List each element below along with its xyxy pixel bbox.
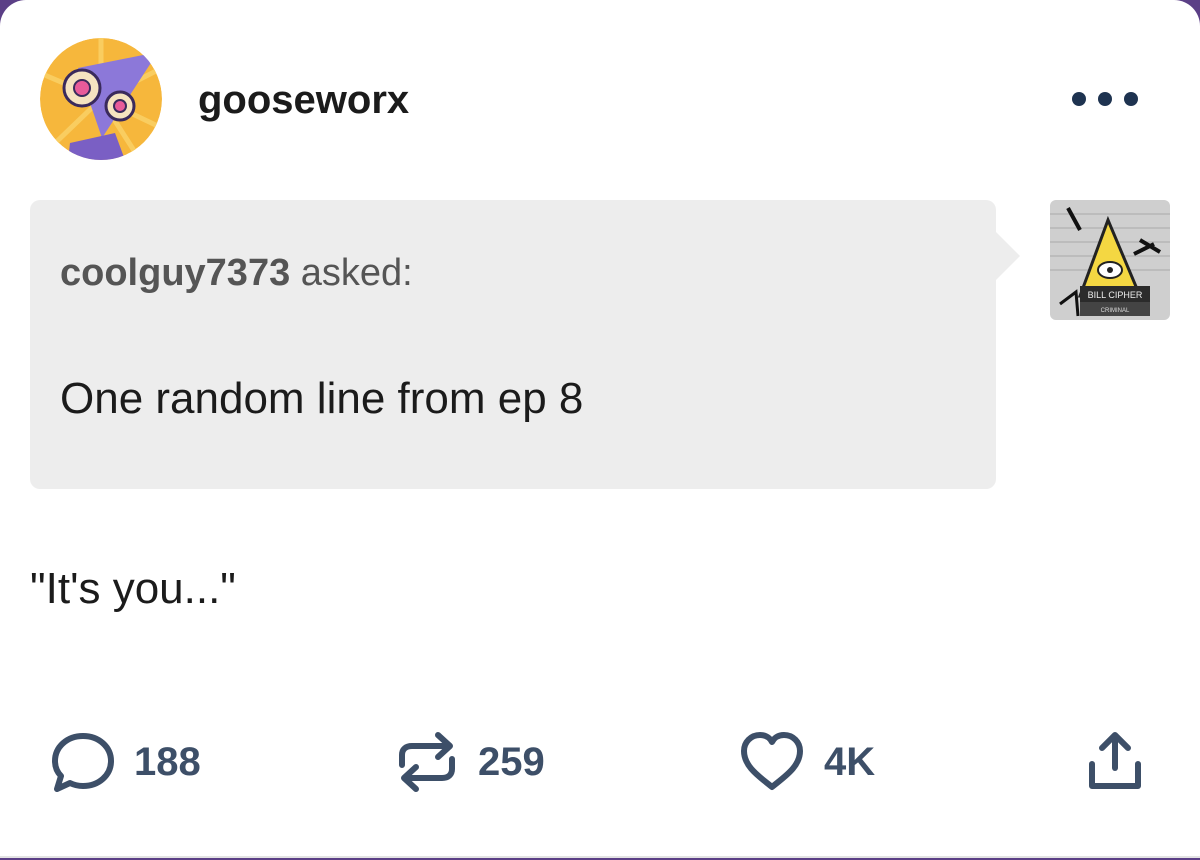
ask-header: coolguy7373 asked: — [60, 252, 413, 295]
bill-cipher-avatar-icon — [40, 38, 162, 160]
comments-button[interactable]: 188 — [50, 732, 201, 792]
blog-username[interactable]: gooseworx — [198, 78, 409, 123]
comments-count: 188 — [134, 739, 201, 784]
more-dot — [1124, 92, 1138, 106]
like-button[interactable]: 4K — [738, 732, 875, 792]
ask-bubble-tail — [996, 232, 1020, 280]
asked-label: asked: — [300, 252, 413, 294]
ask-bubble — [30, 200, 996, 489]
answer-text: "It's you..." — [30, 564, 236, 613]
asker-name[interactable]: coolguy7373 — [60, 252, 290, 294]
more-dot — [1072, 92, 1086, 106]
reblog-button[interactable]: 259 — [394, 732, 545, 792]
blog-avatar[interactable] — [40, 38, 162, 160]
comment-icon — [52, 733, 114, 792]
reblog-icon — [399, 732, 455, 792]
bill-cipher-mugshot-icon: BILL CIPHER CRIMINAL — [1050, 200, 1170, 320]
asker-avatar[interactable]: BILL CIPHER CRIMINAL — [1050, 200, 1170, 320]
post-card: gooseworx coolguy7373 asked: One random … — [0, 0, 1200, 858]
share-icon — [1089, 732, 1141, 789]
more-options-icon[interactable] — [1072, 86, 1138, 112]
more-dot — [1098, 92, 1112, 106]
mugshot-caption: BILL CIPHER — [1088, 290, 1143, 300]
share-button[interactable] — [1084, 730, 1146, 792]
heart-icon — [741, 732, 803, 790]
ask-question: One random line from ep 8 — [60, 374, 584, 423]
likes-count: 4K — [824, 739, 876, 784]
reblogs-count: 259 — [478, 739, 545, 784]
mugshot-subcaption: CRIMINAL — [1101, 308, 1130, 314]
